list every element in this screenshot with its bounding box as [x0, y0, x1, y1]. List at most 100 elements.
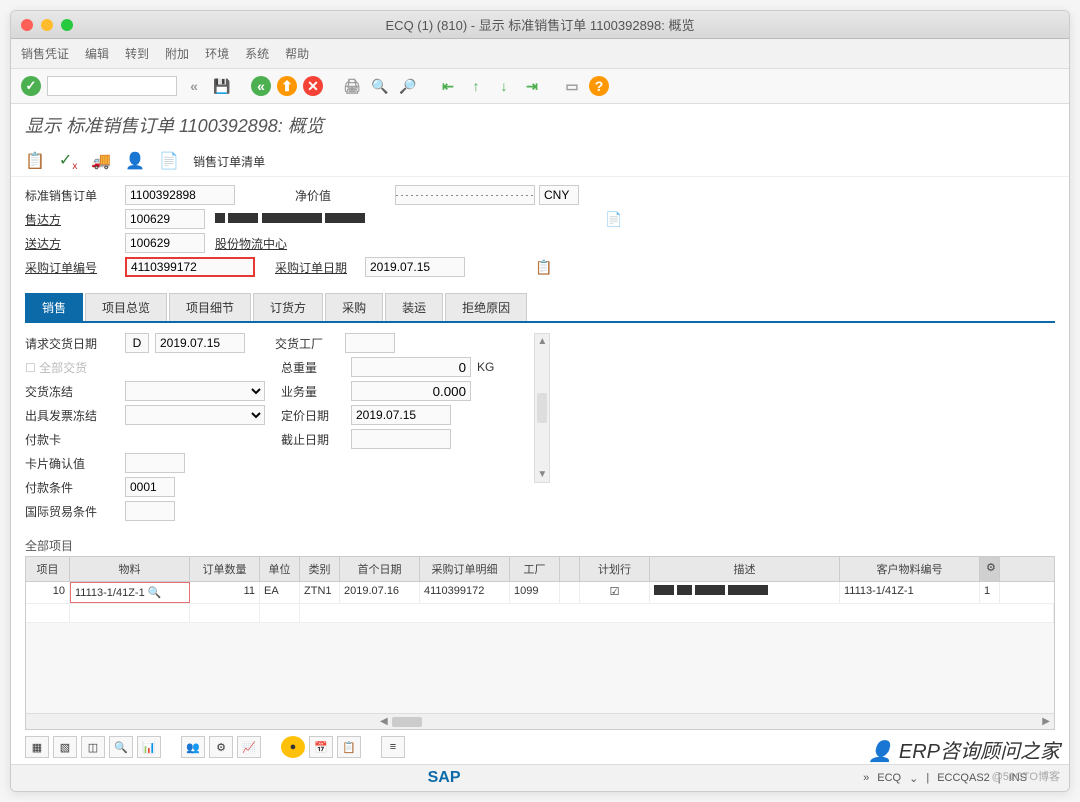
col-unit[interactable]: 单位: [260, 557, 300, 581]
cell-first-date[interactable]: 2019.07.16: [340, 582, 420, 603]
chevron-down-icon[interactable]: ⌄: [909, 772, 918, 785]
cell-plant[interactable]: 1099: [510, 582, 560, 603]
col-schedline[interactable]: 计划行: [580, 557, 650, 581]
col-item[interactable]: 项目: [26, 557, 70, 581]
sales-order-list-label[interactable]: 销售订单清单: [193, 153, 265, 170]
col-desc[interactable]: 描述: [650, 557, 840, 581]
sold-to-label[interactable]: 售达方: [25, 211, 125, 228]
block-icon[interactable]: ◫: [81, 736, 105, 758]
status-system[interactable]: ECQ: [877, 772, 901, 784]
tab-item-detail[interactable]: 项目细节: [169, 293, 251, 321]
cell-qty[interactable]: 11: [190, 582, 260, 603]
find-next-icon[interactable]: 🔎: [397, 75, 419, 97]
cell-cat[interactable]: ZTN1: [300, 582, 340, 603]
deliv-block-select[interactable]: [125, 381, 265, 401]
tab-shipping[interactable]: 装运: [385, 293, 443, 321]
pricing-date-field[interactable]: [351, 405, 451, 425]
prev-page-icon[interactable]: ↑: [465, 75, 487, 97]
save-icon[interactable]: 💾: [211, 75, 233, 97]
enter-button[interactable]: ✓: [21, 76, 41, 96]
po-date-label[interactable]: 采购订单日期: [275, 259, 365, 276]
find-icon[interactable]: 🔍: [369, 75, 391, 97]
back-button[interactable]: «: [183, 75, 205, 97]
last-page-icon[interactable]: ⇥: [521, 75, 543, 97]
cell-schedline[interactable]: ☑: [580, 582, 650, 603]
req-date-field[interactable]: [155, 333, 245, 353]
menu-goto[interactable]: 转到: [125, 45, 149, 62]
first-page-icon[interactable]: ⇤: [437, 75, 459, 97]
ship-to-field[interactable]: [125, 233, 205, 253]
sort-icon[interactable]: ≡: [381, 736, 405, 758]
menu-environment[interactable]: 环境: [205, 45, 229, 62]
deliver-icon[interactable]: 🚚: [91, 151, 111, 171]
col-po-item[interactable]: 采购订单明细: [420, 557, 510, 581]
cell-desc[interactable]: [650, 582, 840, 603]
tab-procurement[interactable]: 采购: [325, 293, 383, 321]
warning-icon[interactable]: ●: [281, 736, 305, 758]
incoterms-field[interactable]: [125, 501, 175, 521]
check-icon[interactable]: ✓x: [59, 150, 77, 172]
print-icon[interactable]: 🖨: [341, 75, 363, 97]
col-qty[interactable]: 订单数量: [190, 557, 260, 581]
cancel-icon[interactable]: ✕: [303, 76, 323, 96]
std-order-field[interactable]: [125, 185, 235, 205]
full-deliv-check[interactable]: ☐ 全部交货: [25, 359, 125, 376]
display-change-icon[interactable]: 📋: [25, 151, 45, 171]
menu-system[interactable]: 系统: [245, 45, 269, 62]
cell-blank[interactable]: [560, 582, 580, 603]
col-cat[interactable]: 类别: [300, 557, 340, 581]
po-detail-icon[interactable]: 📋: [535, 259, 552, 276]
user-icon[interactable]: 👤: [125, 151, 145, 171]
next-page-icon[interactable]: ↓: [493, 75, 515, 97]
col-plant[interactable]: 工厂: [510, 557, 560, 581]
deselect-icon[interactable]: ▧: [53, 736, 77, 758]
document-flow-icon[interactable]: 📄: [159, 151, 179, 171]
cell-cust-mat[interactable]: 11113-1/41Z-1: [840, 582, 980, 603]
command-field[interactable]: [47, 76, 177, 96]
scroll-up-icon[interactable]: ▲: [537, 336, 547, 347]
menu-sales-doc[interactable]: 销售凭证: [21, 45, 69, 62]
copy-icon[interactable]: 📋: [337, 736, 361, 758]
cell-unit[interactable]: EA: [260, 582, 300, 603]
status-arrows[interactable]: »: [863, 772, 869, 784]
config-icon[interactable]: ⚙: [209, 736, 233, 758]
help-icon[interactable]: ?: [589, 76, 609, 96]
exit-icon[interactable]: ⬆: [277, 76, 297, 96]
menu-extras[interactable]: 附加: [165, 45, 189, 62]
minimize-button[interactable]: [41, 19, 53, 31]
col-material[interactable]: 物料: [70, 557, 190, 581]
display-icon[interactable]: 👥: [181, 736, 205, 758]
h-scroll-thumb[interactable]: [392, 717, 422, 727]
costing-icon[interactable]: 📈: [237, 736, 261, 758]
scroll-left-icon[interactable]: ◀: [380, 716, 388, 727]
tab-sales[interactable]: 销售: [25, 293, 83, 321]
select-all-icon[interactable]: ▦: [25, 736, 49, 758]
scroll-right-icon[interactable]: ▶: [1042, 716, 1050, 727]
cell-po-item[interactable]: 4110399172: [420, 582, 510, 603]
table-row[interactable]: [26, 604, 1054, 623]
po-num-label[interactable]: 采购订单编号: [25, 259, 125, 276]
scroll-down-icon[interactable]: ▼: [537, 469, 547, 480]
panel-scrollbar[interactable]: ▲ ▼: [534, 333, 550, 483]
col-blank[interactable]: [560, 557, 580, 581]
pay-terms-field[interactable]: [125, 477, 175, 497]
propose-icon[interactable]: 📊: [137, 736, 161, 758]
schedule-icon[interactable]: 📅: [309, 736, 333, 758]
cell-last[interactable]: 1: [980, 582, 1000, 603]
col-cust-mat[interactable]: 客户物料编号: [840, 557, 980, 581]
sold-to-field[interactable]: [125, 209, 205, 229]
po-date-field[interactable]: [365, 257, 465, 277]
table-row[interactable]: 10 11113-1/41Z-1 🔍 11 EA ZTN1 2019.07.16…: [26, 582, 1054, 604]
cell-item[interactable]: 10: [26, 582, 70, 603]
cell-material[interactable]: 11113-1/41Z-1 🔍: [70, 582, 190, 603]
new-session-icon[interactable]: ▭: [561, 75, 583, 97]
partner-detail-icon[interactable]: 📄: [605, 211, 622, 228]
tab-reject-reason[interactable]: 拒绝原因: [445, 293, 527, 321]
grid-h-scrollbar[interactable]: ◀ ▶: [26, 713, 1054, 729]
maximize-button[interactable]: [61, 19, 73, 31]
col-config-icon[interactable]: ⚙: [980, 557, 1000, 581]
tab-item-overview[interactable]: 项目总览: [85, 293, 167, 321]
scroll-thumb[interactable]: [537, 393, 547, 423]
deliv-plant-field[interactable]: [345, 333, 395, 353]
close-button[interactable]: [21, 19, 33, 31]
